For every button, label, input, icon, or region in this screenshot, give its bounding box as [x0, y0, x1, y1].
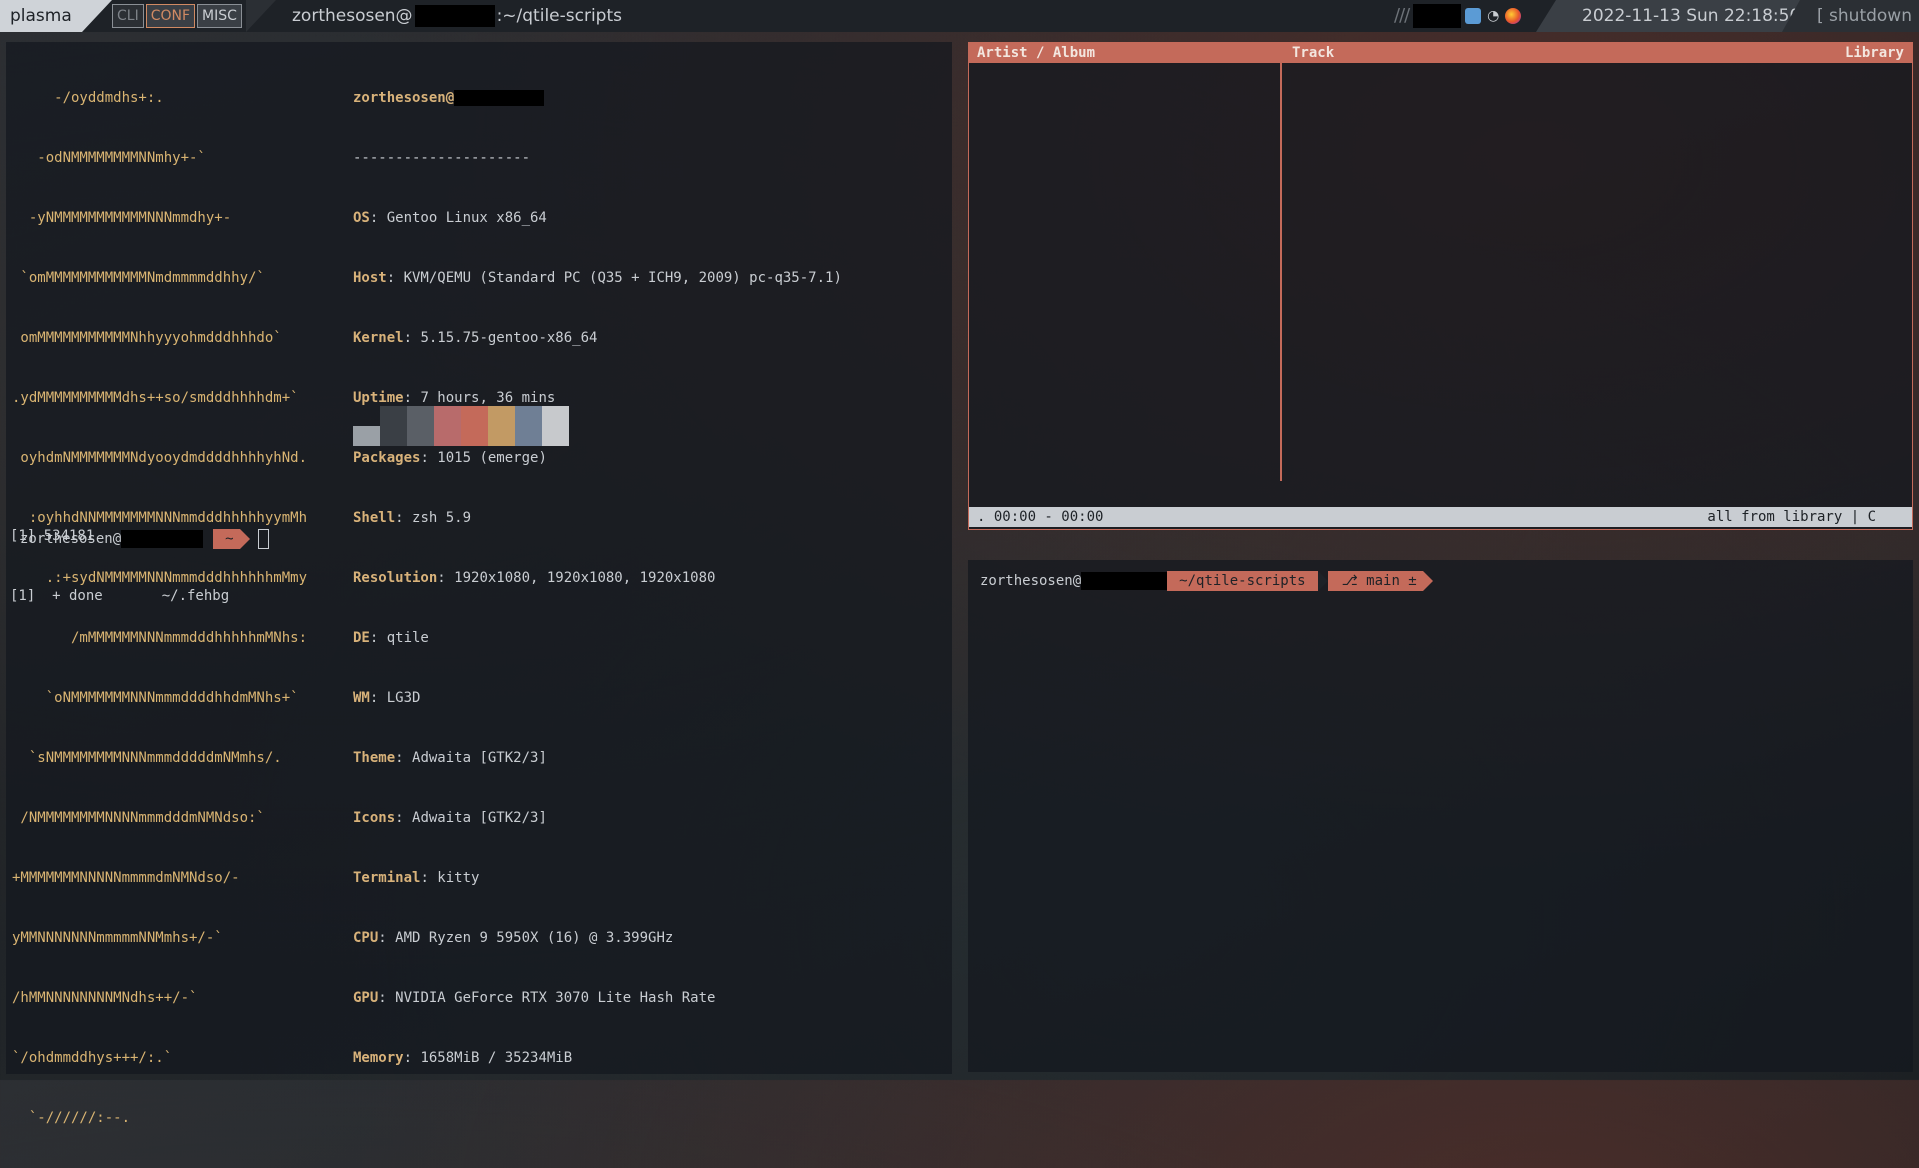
redacted-hostname: [454, 90, 545, 106]
group-cli[interactable]: CLI: [112, 4, 144, 28]
redacted-hostname: [121, 530, 204, 548]
layout-separator: [82, 0, 112, 32]
ascii-line: yMMNNNNNNNmmmmmNNMmhs+/-`: [12, 930, 223, 946]
info-host: Host: KVM/QEMU (Standard PC (Q35 + ICH9,…: [353, 270, 842, 286]
info-wm: WM: LG3D: [353, 690, 421, 706]
info-cpu: CPU: AMD Ryzen 9 5950X (16) @ 3.399GHz: [353, 930, 674, 946]
info-gpu: GPU: NVIDIA GeForce RTX 3070 Lite Hash R…: [353, 990, 716, 1006]
redacted-hostname: [414, 5, 495, 27]
info-resolution: Resolution: 1920x1080, 1920x1080, 1920x1…: [353, 570, 716, 586]
firefox-icon[interactable]: [1505, 8, 1522, 24]
palette-swatch: [515, 406, 542, 446]
shell-prompt[interactable]: zorthesosen@ ~/qtile-scripts ⎇ main ±: [980, 570, 1433, 592]
job-output: [1] 534181 [1] + done ~/.fehbg: [10, 486, 229, 646]
ascii-line: `-//////:--.: [12, 1110, 131, 1126]
playback-time: . 00:00 - 00:00: [977, 509, 1104, 525]
palette-swatch: [380, 406, 407, 446]
info-uptime: Uptime: 7 hours, 36 mins: [353, 390, 556, 406]
shell-prompt[interactable]: zorthesosen@ ~: [20, 528, 269, 550]
info-terminal: Terminal: kitty: [353, 870, 480, 886]
text-cursor: [257, 529, 269, 549]
ascii-line: omMMMMMMMMMMMNhhyyyohmdddhhhdo`: [12, 330, 282, 346]
shutdown-separator: [1782, 0, 1800, 32]
neofetch-user: zorthesosen@: [353, 90, 455, 106]
prompt-directory: ~/qtile-scripts: [1167, 571, 1329, 591]
shutdown-button[interactable]: [ shutdown ]: [1817, 0, 1919, 32]
header-artist-album[interactable]: Artist / Album: [977, 43, 1095, 63]
info-icons: Icons: Adwaita [GTK2/3]: [353, 810, 547, 826]
ascii-line: `/ohdmmddhys+++/:.`: [12, 1050, 173, 1066]
info-de: DE: qtile: [353, 630, 429, 646]
ascii-line: `omMMMMMMMMMMMMNmdmmmmddhhy/`: [12, 270, 265, 286]
bar-slashes: ///: [1394, 5, 1410, 26]
palette-swatch: [407, 406, 434, 446]
playback-mode: all from library | C: [1707, 509, 1876, 525]
clock: 2022-11-13 Sun 22:18:50: [1582, 6, 1801, 26]
discord-icon[interactable]: ◔: [1485, 8, 1501, 24]
terminal-neofetch[interactable]: -/oyddmdhs+:. -odNMMMMMMMMNNmhy+-` -yNMM…: [6, 42, 952, 1126]
library-header: Artist / Album Track Library: [969, 43, 1912, 63]
layout-indicator[interactable]: plasma: [0, 0, 82, 32]
info-kernel: Kernel: 5.15.75-gentoo-x86_64: [353, 330, 598, 346]
prompt-user: zorthesosen@: [20, 531, 122, 547]
redacted-widget: [1413, 4, 1462, 28]
info-packages: Packages: 1015 (emerge): [353, 450, 547, 466]
header-track[interactable]: Track: [1292, 43, 1334, 63]
groups-separator: [246, 0, 276, 32]
color-palette: [353, 406, 569, 446]
systray: /// ◔: [1394, 0, 1522, 32]
ascii-line: oyhdmNMMMMMMMNdyooydmddddhhhhyhNd.: [12, 450, 308, 466]
ascii-line: `sNMMMMMMMMNNNmmmdddddmNMmhs/.: [12, 750, 282, 766]
job-line: [1] + done ~/.fehbg: [10, 588, 230, 604]
palette-swatch: [353, 426, 380, 446]
window-title-path: :~/qtile-scripts: [496, 6, 622, 26]
group-conf[interactable]: CONF: [145, 4, 196, 28]
group-misc[interactable]: MISC: [197, 4, 242, 28]
top-bar: plasma CLI CONF MISC zorthesosen@ :~/qtil…: [0, 0, 1919, 32]
palette-swatch: [461, 406, 488, 446]
info-theme: Theme: Adwaita [GTK2/3]: [353, 750, 547, 766]
ascii-line: -odNMMMMMMMMNNmhy+-`: [12, 150, 206, 166]
header-library: Library: [1844, 45, 1904, 61]
palette-swatch: [542, 406, 569, 446]
terminal-qtile-scripts[interactable]: zorthesosen@ ~/qtile-scripts ⎇ main ±: [968, 560, 1913, 1072]
prompt-user: zorthesosen@: [980, 573, 1082, 589]
system-info: zorthesosen@ --------------------- OS: G…: [353, 48, 842, 1108]
ascii-line: -yNMMMMMMMMMMMNNNmmdhy+-: [12, 210, 232, 226]
palette-swatch: [434, 406, 461, 446]
redacted-hostname: [1081, 572, 1168, 590]
palette-swatch: [488, 406, 515, 446]
group-box: CLI CONF MISC: [112, 4, 242, 28]
ascii-line: +MMMMMMMNNNNNmmmmdmNMNdso/-: [12, 870, 240, 886]
ascii-line: /hMMNNNNNNNNMNdhs++/-`: [12, 990, 198, 1006]
info-shell: Shell: zsh 5.9: [353, 510, 472, 526]
ascii-line: `oNMMMMMMMNNNmmmddddhhdmMNhs+`: [12, 690, 299, 706]
chat-icon[interactable]: [1465, 8, 1482, 24]
ascii-line: -/oyddmdhs+:.: [12, 90, 164, 106]
window-title: zorthesosen@ :~/qtile-scripts: [292, 0, 622, 32]
info-os: OS: Gentoo Linux x86_64: [353, 210, 547, 226]
info-memory: Memory: 1658MiB / 35234MiB: [353, 1050, 573, 1066]
clock-separator: [1536, 0, 1556, 32]
music-player[interactable]: Artist / Album Track Library . 00:00 - 0…: [968, 42, 1913, 530]
separator-line: ---------------------: [353, 150, 531, 166]
user-line: zorthesosen@: [353, 88, 842, 108]
ascii-line: .ydMMMMMMMMMMdhs++so/smdddhhhhdm+`: [12, 390, 299, 406]
prompt-directory: ~: [213, 529, 251, 549]
ascii-line: /NMMMMMMMMNNNNmmmdddmNMNdso:`: [12, 810, 265, 826]
player-status-bar: . 00:00 - 00:00 all from library | C: [969, 507, 1912, 527]
pane-divider: [1280, 63, 1282, 481]
window-title-user: zorthesosen@: [292, 6, 413, 26]
git-branch: ⎇ main ±: [1327, 571, 1433, 591]
